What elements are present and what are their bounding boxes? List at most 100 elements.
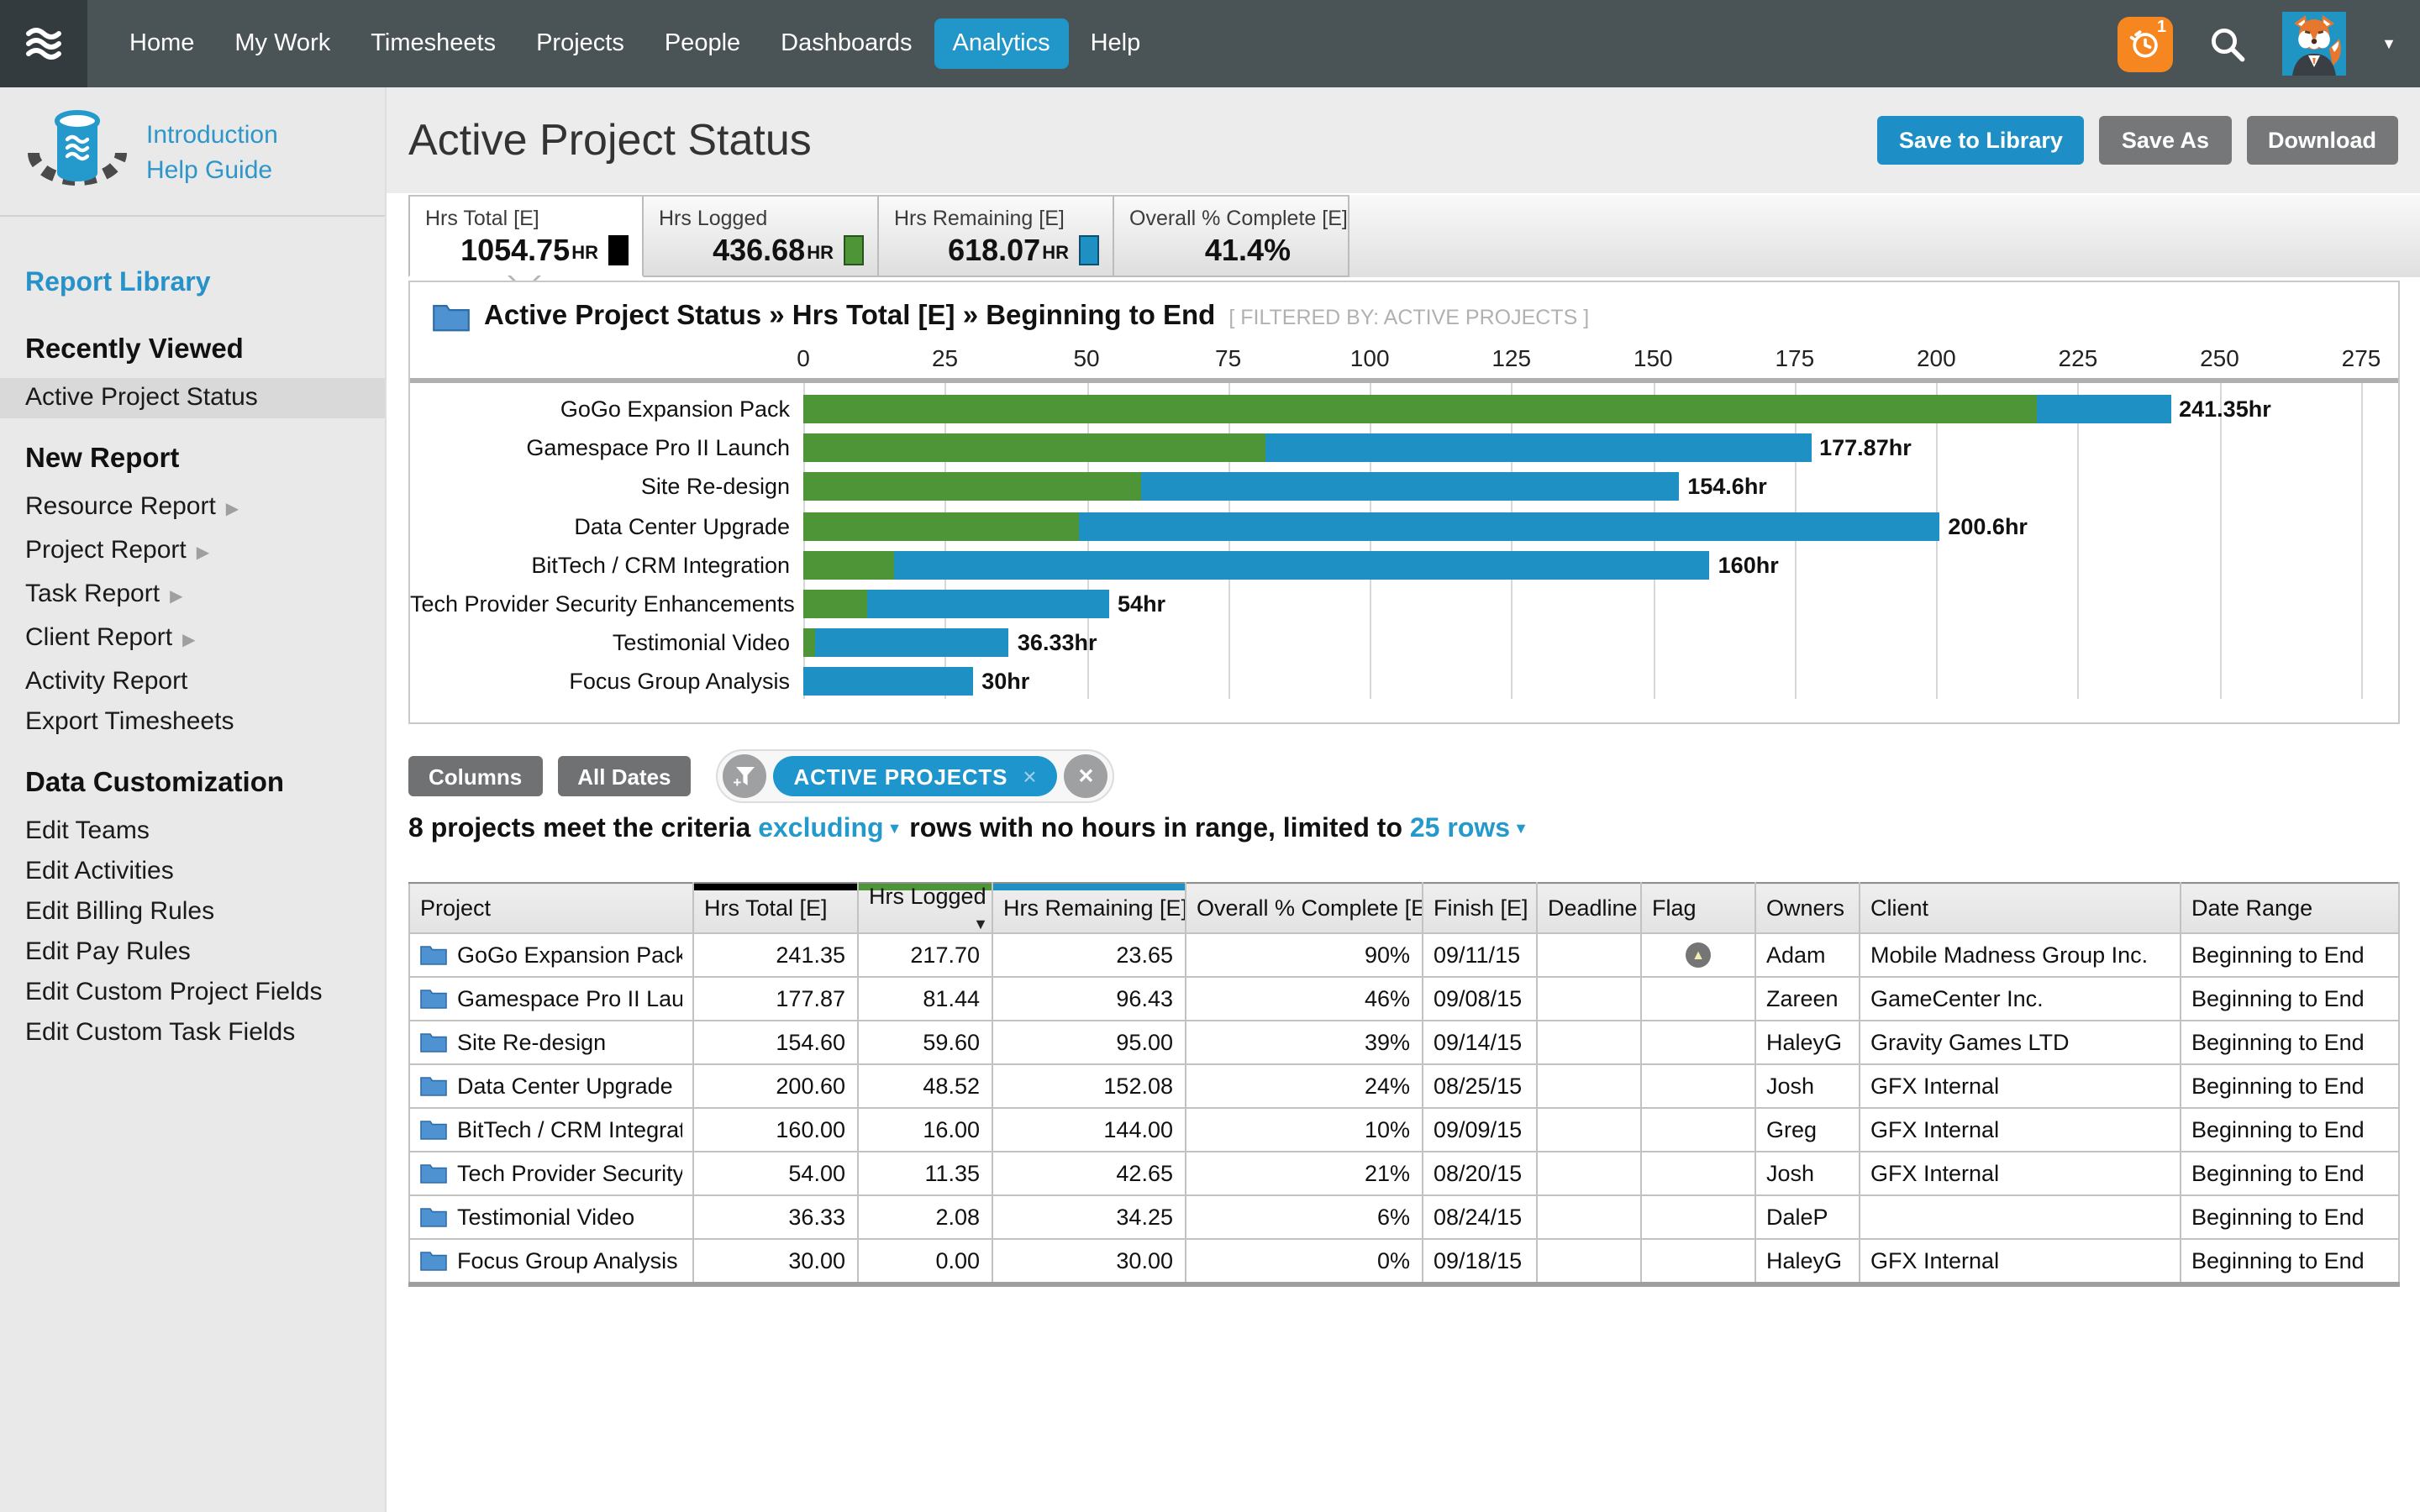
column-header-hrs-remaining-e[interactable]: Hrs Remaining [E]: [992, 883, 1186, 933]
sidebar-item-edit-activities[interactable]: Edit Activities: [25, 852, 385, 892]
table-row[interactable]: Tech Provider Security Enhancements54.00…: [409, 1152, 2399, 1195]
table-row[interactable]: Gamespace Pro II Launch177.8781.4496.434…: [409, 977, 2399, 1021]
column-header-client[interactable]: Client: [1860, 883, 2181, 933]
kpi-tab-hrs-logged[interactable]: Hrs Logged436.68HR: [644, 195, 879, 277]
sidebar-item-activity-report[interactable]: Activity Report: [25, 662, 385, 702]
column-header-overall-complete-e[interactable]: Overall % Complete [E]: [1186, 883, 1423, 933]
remove-chip-icon[interactable]: ×: [1023, 763, 1037, 790]
chart-category-label: Data Center Upgrade: [410, 512, 790, 540]
sidebar-item-active-project-status[interactable]: Active Project Status: [0, 378, 385, 418]
sort-desc-icon: ▼: [973, 916, 988, 932]
cell-project: Tech Provider Security Enhancements: [409, 1152, 693, 1195]
cell-pct: 24%: [1186, 1064, 1423, 1108]
submenu-arrow-icon: ▶: [170, 588, 182, 606]
sidebar-item-edit-billing-rules[interactable]: Edit Billing Rules: [25, 892, 385, 932]
chart-title: Active Project Status » Hrs Total [E] » …: [484, 301, 1215, 333]
header-actions: Save to Library Save As Download: [1877, 116, 2398, 165]
nav-item-projects[interactable]: Projects: [518, 18, 643, 69]
sidebar-item-edit-pay-rules[interactable]: Edit Pay Rules: [25, 932, 385, 973]
projects-table: ProjectHrs Total [E]Hrs Logged▼ Hrs Remai…: [408, 882, 2400, 1287]
bar-segment-remaining: [868, 590, 1110, 618]
sidebar: Introduction Help Guide Report Library R…: [0, 87, 387, 1512]
sidebar-item-export-timesheets[interactable]: Export Timesheets: [25, 702, 385, 743]
kpi-tab-hrs-remaining-e[interactable]: Hrs Remaining [E]618.07HR: [879, 195, 1114, 277]
column-header-deadline[interactable]: Deadline: [1537, 883, 1641, 933]
kpi-tab-hrs-total-e[interactable]: Hrs Total [E]1054.75HR: [408, 195, 644, 277]
chart-title-row: Active Project Status » Hrs Total [E] » …: [432, 301, 1589, 333]
sidebar-header-new-report: New Report: [25, 444, 385, 475]
save-to-library-button[interactable]: Save to Library: [1877, 116, 2085, 165]
avatar[interactable]: [2282, 12, 2346, 76]
user-menu-caret-icon[interactable]: ▼: [2381, 35, 2396, 52]
columns-button[interactable]: Columns: [408, 756, 542, 796]
cell-hrs_total: 54.00: [693, 1152, 858, 1195]
axis-tick-label: 50: [1073, 344, 1099, 371]
table-row[interactable]: BitTech / CRM Integration160.0016.00144.…: [409, 1108, 2399, 1152]
nav-item-analytics[interactable]: Analytics: [934, 18, 1069, 69]
chart-row: BitTech / CRM Integration160hr: [410, 551, 2396, 580]
column-header-hrs-logged[interactable]: Hrs Logged▼: [858, 883, 992, 933]
table-row[interactable]: Site Re-design154.6059.6095.0039%09/14/1…: [409, 1021, 2399, 1064]
cell-pct: 6%: [1186, 1195, 1423, 1239]
cell-hrs_logged: 11.35: [858, 1152, 992, 1195]
sidebar-item-report-library[interactable]: Report Library: [25, 269, 385, 299]
brand-logo[interactable]: [0, 0, 87, 87]
rows-limit-dropdown[interactable]: 25 rows: [1410, 815, 1528, 843]
help-guide[interactable]: Introduction Help Guide: [0, 87, 385, 195]
sidebar-header-recently-viewed: Recently Viewed: [25, 334, 385, 366]
cell-pct: 46%: [1186, 977, 1423, 1021]
help-guide-link[interactable]: Introduction Help Guide: [146, 108, 278, 188]
cell-project: Focus Group Analysis: [409, 1239, 693, 1284]
chart-row: Focus Group Analysis30hr: [410, 668, 2396, 696]
table-row[interactable]: Focus Group Analysis30.000.0030.000%09/1…: [409, 1239, 2399, 1284]
clear-filters-button[interactable]: ✕: [1064, 754, 1107, 798]
column-header-date-range[interactable]: Date Range: [2181, 883, 2399, 933]
column-header-hrs-total-e[interactable]: Hrs Total [E]: [693, 883, 858, 933]
nav-item-people[interactable]: People: [646, 18, 759, 69]
nav-item-my-work[interactable]: My Work: [216, 18, 349, 69]
timer-button[interactable]: 1: [2118, 16, 2173, 71]
kpi-color-swatch: [608, 235, 629, 265]
sidebar-item-edit-custom-task-fields[interactable]: Edit Custom Task Fields: [25, 1013, 385, 1053]
nav-item-home[interactable]: Home: [111, 18, 213, 69]
cell-hrs_logged: 59.60: [858, 1021, 992, 1064]
active-projects-chip[interactable]: ACTIVE PROJECTS ×: [774, 756, 1058, 796]
bar-value-label: 200.6hr: [1948, 512, 2028, 540]
download-button[interactable]: Download: [2246, 116, 2398, 165]
table-row[interactable]: GoGo Expansion Pack241.35217.7023.6590%0…: [409, 933, 2399, 977]
sidebar-item-edit-custom-project-fields[interactable]: Edit Custom Project Fields: [25, 973, 385, 1013]
sidebar-item-resource-report[interactable]: Resource Report▶: [25, 487, 385, 531]
column-header-project[interactable]: Project: [409, 883, 693, 933]
add-filter-button[interactable]: +: [723, 754, 767, 798]
all-dates-button[interactable]: All Dates: [557, 756, 691, 796]
save-as-button[interactable]: Save As: [2100, 116, 2231, 165]
folder-icon: [420, 1032, 447, 1053]
column-label: Hrs Remaining [E]: [1003, 895, 1186, 921]
kpi-tab-overall-complete-e[interactable]: Overall % Complete [E]41.4%: [1114, 195, 1349, 277]
chart-row: Tech Provider Security Enhancements54hr: [410, 590, 2396, 618]
sidebar-item-task-report[interactable]: Task Report▶: [25, 575, 385, 618]
chart-bar: 160hr: [803, 551, 1779, 580]
table-row[interactable]: Data Center Upgrade200.6048.52152.0824%0…: [409, 1064, 2399, 1108]
excluding-dropdown[interactable]: excluding: [758, 815, 902, 843]
kpi-tabstrip: Hrs Total [E]1054.75HRHrs Logged436.68HR…: [408, 195, 2420, 277]
search-icon[interactable]: [2208, 24, 2247, 63]
bar-segment-remaining: [1141, 473, 1679, 501]
column-header-owners[interactable]: Owners: [1755, 883, 1860, 933]
column-header-flag[interactable]: Flag: [1641, 883, 1755, 933]
cell-hrs_logged: 0.00: [858, 1239, 992, 1284]
sidebar-item-project-report[interactable]: Project Report▶: [25, 531, 385, 575]
nav-item-dashboards[interactable]: Dashboards: [762, 18, 930, 69]
column-header-finish-e[interactable]: Finish [E]: [1423, 883, 1537, 933]
cell-project: Gamespace Pro II Launch: [409, 977, 693, 1021]
nav-item-help[interactable]: Help: [1072, 18, 1160, 69]
kpi-value-unit: HR: [571, 244, 598, 265]
table-row[interactable]: Testimonial Video36.332.0834.256%08/24/1…: [409, 1195, 2399, 1239]
nav-item-timesheets[interactable]: Timesheets: [352, 18, 514, 69]
sidebar-item-client-report[interactable]: Client Report▶: [25, 618, 385, 662]
cell-project: BitTech / CRM Integration: [409, 1108, 693, 1152]
kpi-label: Hrs Remaining [E]: [879, 197, 1113, 230]
flag-triangle: ▲: [1691, 949, 1705, 963]
sidebar-item-edit-teams[interactable]: Edit Teams: [25, 811, 385, 852]
project-cell: Focus Group Analysis: [420, 1240, 682, 1282]
